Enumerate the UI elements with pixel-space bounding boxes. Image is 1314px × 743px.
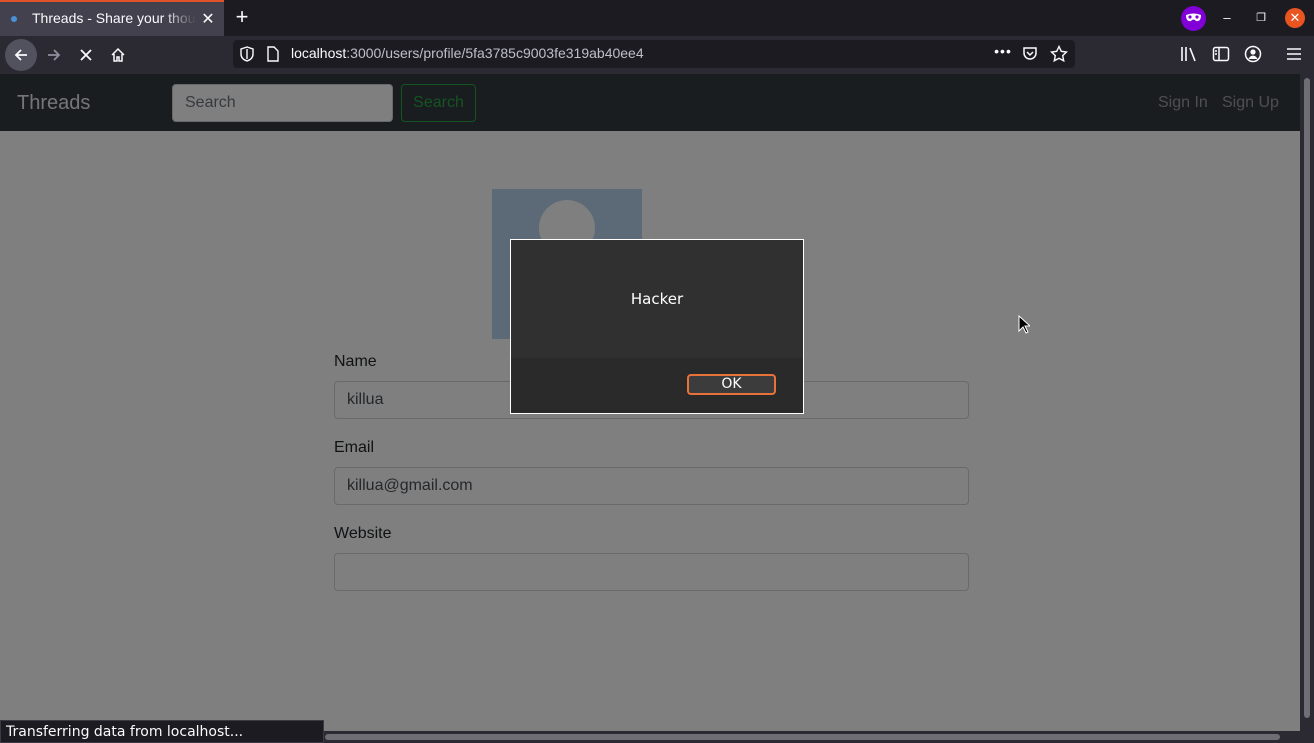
vertical-scrollbar-thumb[interactable] xyxy=(1304,78,1310,718)
stop-loading-button[interactable] xyxy=(70,39,102,71)
account-icon[interactable] xyxy=(1244,45,1262,63)
alert-dialog: Hacker OK xyxy=(510,239,804,414)
stop-icon xyxy=(80,49,92,61)
tab-favicon-icon xyxy=(11,16,17,22)
modal-dim-overlay xyxy=(0,131,1300,731)
window-minimize-button[interactable]: – xyxy=(1219,8,1235,28)
horizontal-scrollbar-thumb[interactable] xyxy=(325,734,1280,740)
site-navbar: Threads Search Sign In Sign Up xyxy=(0,74,1300,131)
navbar-dim-overlay xyxy=(0,74,1300,131)
alert-footer: OK xyxy=(511,358,803,413)
back-button[interactable] xyxy=(5,39,37,71)
new-tab-button[interactable]: + xyxy=(230,5,254,29)
arrow-right-icon xyxy=(48,49,61,61)
tab-close-icon[interactable]: ✕ xyxy=(198,10,218,30)
home-icon xyxy=(111,47,125,62)
tab-bar: Threads - Share your thoughts ✕ + – ❐ ✕ xyxy=(0,0,1314,36)
alert-ok-button[interactable]: OK xyxy=(687,374,776,395)
hamburger-menu-icon[interactable] xyxy=(1285,45,1303,63)
page-info-icon[interactable] xyxy=(267,46,279,67)
pocket-icon[interactable] xyxy=(1022,46,1038,67)
url-text[interactable]: localhost:3000/users/profile/5fa3785c900… xyxy=(291,45,644,61)
status-bar: Transferring data from localhost... xyxy=(0,720,324,743)
window-close-button[interactable]: ✕ xyxy=(1285,8,1305,28)
active-tab[interactable]: Threads - Share your thoughts ✕ xyxy=(0,0,224,36)
home-button[interactable] xyxy=(102,39,134,71)
bookmark-star-icon[interactable] xyxy=(1049,44,1069,68)
address-bar[interactable]: localhost:3000/users/profile/5fa3785c900… xyxy=(233,40,1075,68)
tracking-shield-icon[interactable] xyxy=(240,46,254,67)
sidebar-icon[interactable] xyxy=(1212,45,1230,63)
page-actions-menu-icon[interactable]: ••• xyxy=(993,43,1013,63)
vertical-scrollbar[interactable] xyxy=(1300,74,1314,731)
arrow-left-icon xyxy=(14,49,27,61)
alert-message: Hacker xyxy=(630,290,684,308)
mouse-cursor-icon xyxy=(1018,314,1032,339)
library-icon[interactable] xyxy=(1180,45,1198,63)
tab-title: Threads - Share your thoughts xyxy=(32,10,196,26)
forward-button[interactable] xyxy=(38,39,70,71)
window-restore-button[interactable]: ❐ xyxy=(1253,8,1269,28)
private-browsing-icon xyxy=(1181,6,1206,31)
